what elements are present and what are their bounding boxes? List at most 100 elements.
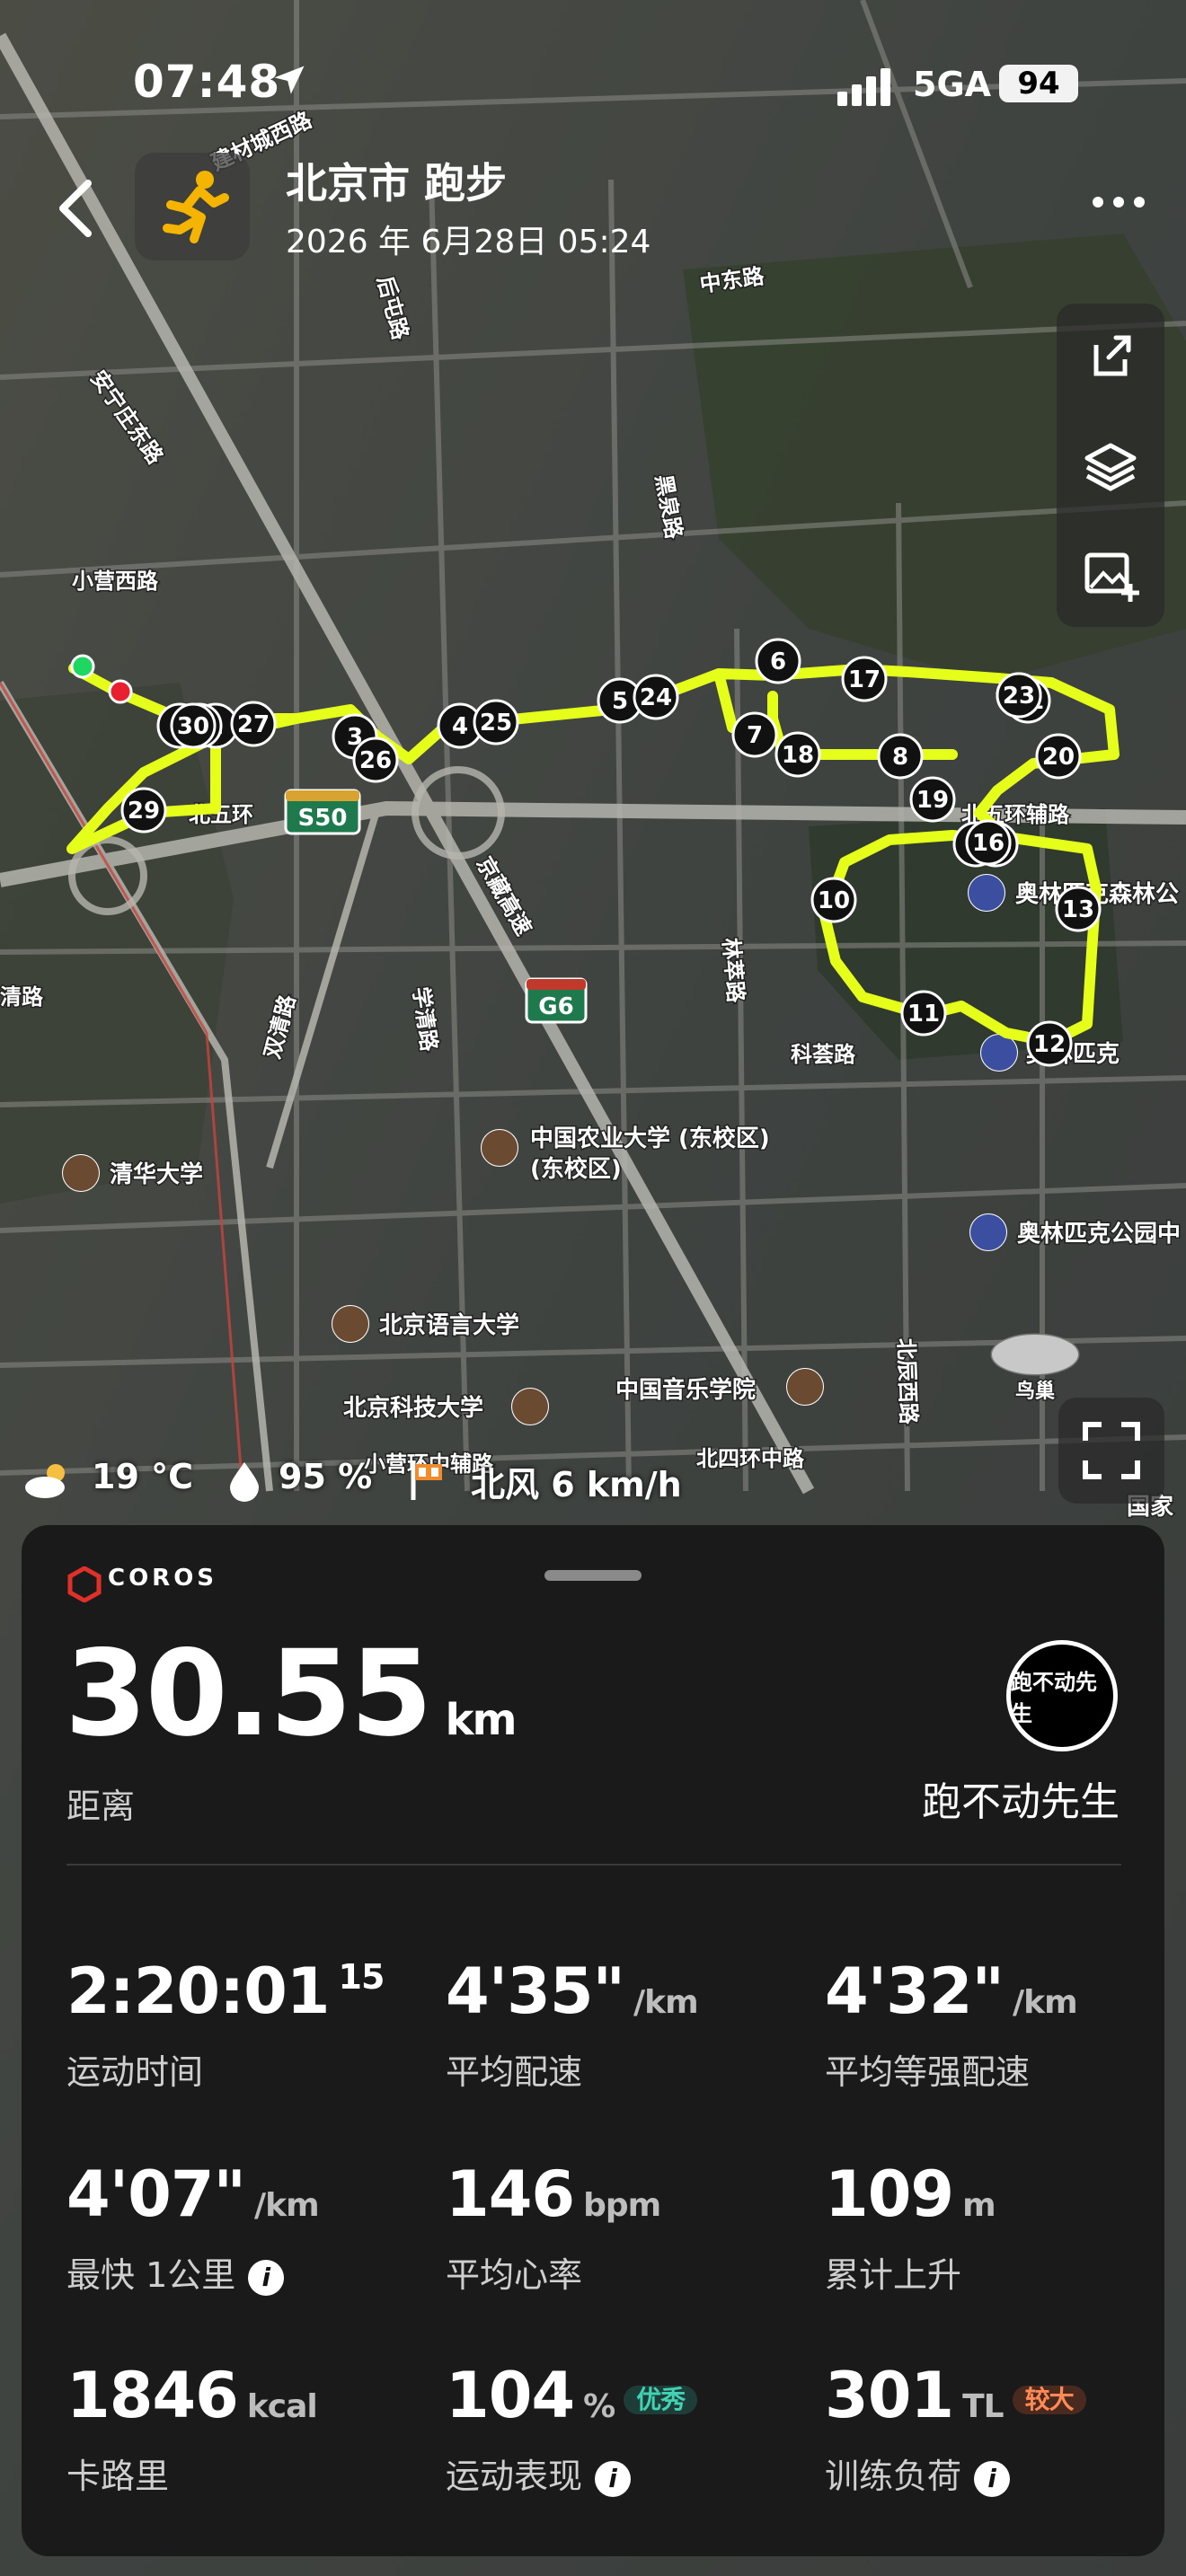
svg-text:13: 13: [1062, 896, 1094, 923]
duration-value: 2:20:01 15: [66, 1954, 385, 2028]
lap-marker[interactable]: 25: [473, 699, 519, 745]
duration-label: 运动时间: [66, 2052, 204, 2092]
poi-label: 中国农业大学 (东校区): [530, 1125, 770, 1152]
university-icon: [511, 1388, 549, 1425]
lap-marker[interactable]: 7: [731, 711, 778, 758]
park-icon: [968, 874, 1005, 912]
poi-label: 北京科技大学: [343, 1394, 483, 1422]
calories-label: 卡路里: [66, 2457, 170, 2496]
coros-logo-icon: [66, 1566, 102, 1603]
lap-marker[interactable]: 27: [230, 701, 277, 747]
poi-label: 奥林匹克公园中: [1017, 1220, 1181, 1248]
elevation-gain-value: 109 m: [825, 2157, 996, 2231]
calories-value: 1846 kcal: [66, 2359, 318, 2432]
brand-logo: COROS: [108, 1565, 218, 1592]
cloudy-sun-icon: [22, 1460, 75, 1500]
svg-text:25: 25: [480, 710, 512, 737]
map-tools-panel: [1057, 304, 1164, 627]
username[interactable]: 跑不动先生: [922, 1769, 1120, 1827]
lap-marker[interactable]: 10: [810, 877, 857, 923]
end-marker: [108, 679, 133, 704]
road-label: 小营西路: [72, 569, 159, 594]
distance-label: 距离: [66, 1786, 136, 1826]
fullscreen-button[interactable]: [1058, 1398, 1164, 1504]
svg-text:19: 19: [916, 787, 949, 814]
drag-handle[interactable]: [544, 1570, 642, 1581]
svg-text:5: 5: [612, 688, 628, 715]
svg-text:26: 26: [359, 747, 392, 774]
svg-text:11: 11: [907, 1001, 940, 1028]
svg-text:24: 24: [640, 684, 672, 711]
svg-text:12: 12: [1033, 1031, 1066, 1058]
lap-marker[interactable]: 19: [909, 776, 956, 823]
lap-marker[interactable]: 6: [755, 638, 801, 684]
activity-title: 北京市 跑步: [286, 159, 508, 207]
svg-text:30: 30: [177, 713, 209, 740]
svg-text:23: 23: [1003, 683, 1035, 710]
lap-marker[interactable]: 17: [841, 656, 888, 702]
humidity: 95 %: [279, 1457, 373, 1496]
map-layers-button[interactable]: [1075, 429, 1146, 501]
info-icon[interactable]: i: [974, 2460, 1011, 2497]
start-marker: [70, 654, 95, 679]
svg-text:16: 16: [972, 830, 1005, 857]
park-icon: [980, 1034, 1018, 1072]
network-type: 5GA: [913, 65, 992, 104]
training-load-value: 301 TL 较大: [825, 2364, 1086, 2427]
avg-pace-value: 4'35"/km: [446, 1954, 699, 2028]
activity-datetime: 2026 年 6月28日 05:24: [286, 224, 651, 260]
university-icon: [481, 1129, 518, 1167]
battery-indicator: 94: [999, 65, 1078, 102]
svg-text:7: 7: [747, 722, 763, 749]
humidity-icon: [226, 1459, 262, 1502]
avg-adjusted-pace-value: 4'32"/km: [825, 1954, 1078, 2028]
avatar[interactable]: 跑不动先生: [1006, 1640, 1118, 1751]
svg-text:S50: S50: [298, 805, 348, 832]
status-badge: 优秀: [624, 2385, 698, 2414]
wind-flag-icon: [406, 1457, 449, 1502]
lap-marker[interactable]: 30: [170, 702, 217, 749]
avg-heart-rate-value: 146 bpm: [446, 2157, 661, 2231]
svg-text:8: 8: [892, 744, 908, 771]
lap-marker[interactable]: 26: [352, 737, 399, 783]
lap-marker[interactable]: 18: [774, 731, 821, 778]
signal-icon: [836, 66, 898, 106]
lap-marker[interactable]: 29: [120, 787, 167, 834]
lap-marker[interactable]: 8: [877, 733, 924, 780]
poi-label: 北京语言大学: [379, 1311, 519, 1339]
university-icon: [786, 1368, 824, 1406]
highway-shield-g6: G6: [525, 977, 588, 1024]
svg-text:G6: G6: [538, 993, 573, 1020]
running-activity-icon: [135, 153, 250, 260]
svg-text:18: 18: [782, 742, 814, 769]
training-load-label: 训练负荷 i: [825, 2448, 1011, 2498]
back-button[interactable]: [50, 172, 104, 244]
lap-marker[interactable]: 20: [1035, 733, 1082, 780]
road-label: 科荟路: [791, 1042, 856, 1067]
distance-unit: km: [445, 1695, 518, 1745]
info-icon[interactable]: i: [248, 2259, 285, 2296]
svg-text:27: 27: [237, 711, 270, 738]
wind: 北风 6 km/h: [471, 1465, 682, 1504]
performance-label: 运动表现 i: [446, 2448, 632, 2498]
lap-marker[interactable]: 16: [965, 819, 1012, 866]
lap-marker[interactable]: 12: [1026, 1020, 1073, 1067]
more-options-button[interactable]: [1087, 180, 1150, 225]
poi-label: 鸟巢: [1015, 1380, 1055, 1403]
elevation-gain-label: 累计上升: [825, 2255, 962, 2295]
avg-adjusted-pace-label: 平均等强配速: [825, 2052, 1031, 2092]
lap-marker[interactable]: 11: [900, 990, 947, 1037]
svg-text:20: 20: [1042, 744, 1075, 771]
road-label: 清路: [0, 984, 44, 1010]
info-icon[interactable]: i: [595, 2460, 632, 2497]
share-button[interactable]: [1075, 320, 1146, 392]
lap-marker[interactable]: 23: [996, 672, 1042, 719]
road-label: 北四环中路: [696, 1446, 805, 1471]
status-badge: 较大: [1012, 2385, 1086, 2414]
lap-marker[interactable]: 13: [1055, 886, 1102, 932]
poi-label: 清华大学: [110, 1160, 203, 1188]
distance-value: 30.55 km: [65, 1625, 518, 1763]
add-photo-button[interactable]: [1075, 539, 1146, 611]
location-arrow-icon: [270, 61, 309, 101]
lap-marker[interactable]: 24: [633, 674, 679, 720]
